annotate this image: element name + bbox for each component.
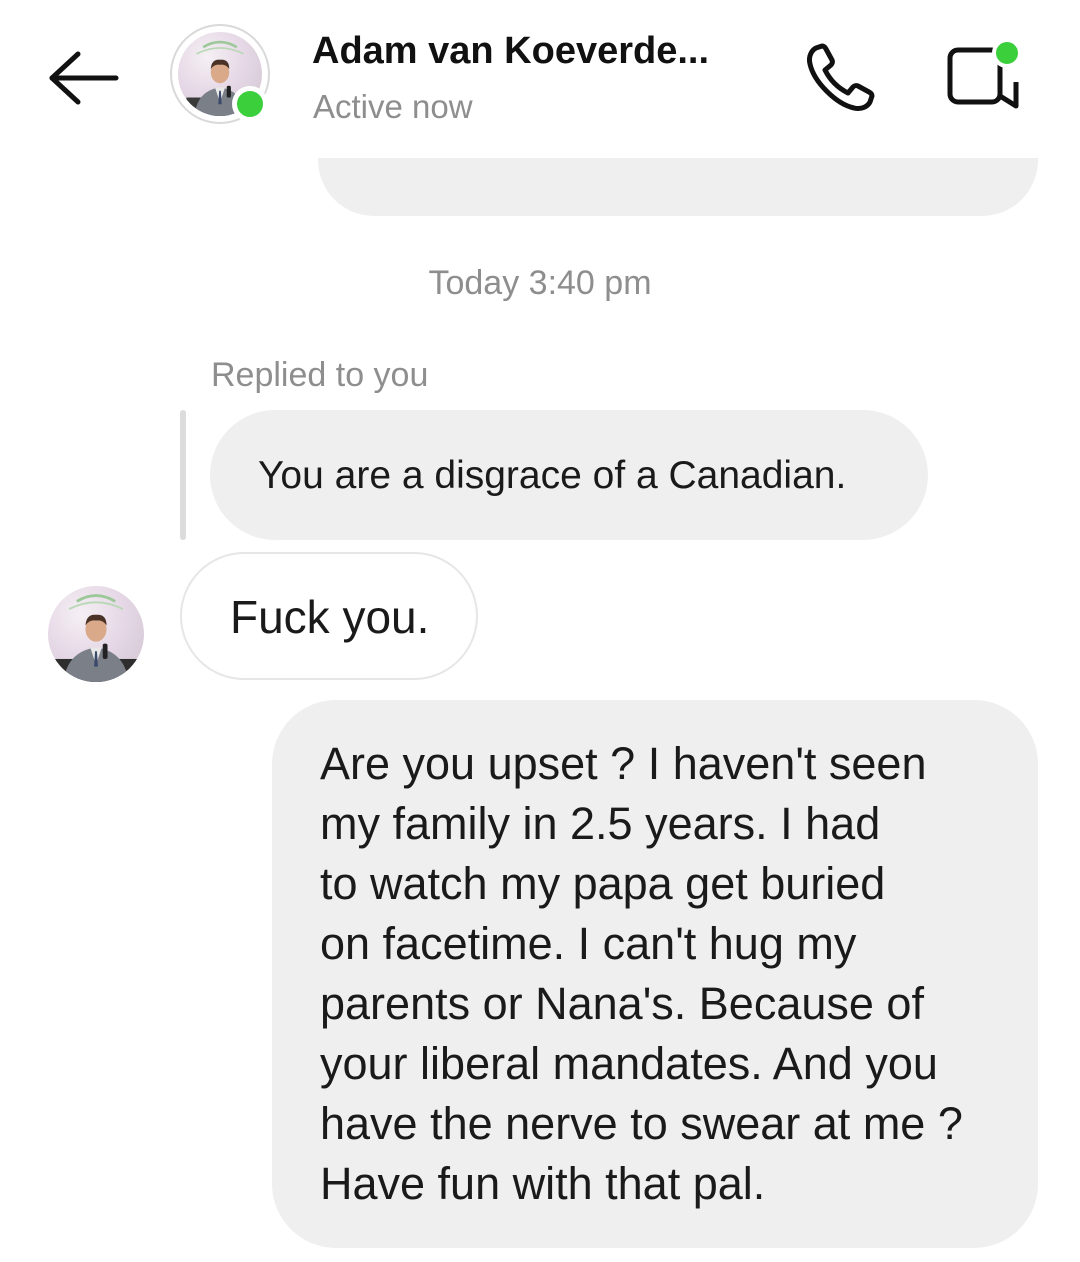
message-line: have the nerve to swear at me ? <box>320 1098 963 1149</box>
contact-name[interactable]: Adam van Koeverde... <box>312 30 709 73</box>
incoming-message-bubble[interactable]: Fuck you. <box>180 552 478 680</box>
outgoing-message-bubble[interactable]: Are you upset ? I haven't seen my family… <box>272 700 1038 1248</box>
message-line: parents or Nana's. Because of <box>320 978 924 1029</box>
arrow-left-icon <box>49 51 119 105</box>
contact-status: Active now <box>313 88 473 125</box>
phone-icon <box>807 43 875 111</box>
message-line: my family in 2.5 years. I had <box>320 798 881 849</box>
message-line: on facetime. I can't hug my <box>320 918 857 969</box>
message-timestamp: Today 3:40 pm <box>428 264 652 302</box>
reply-indicator-bar <box>180 410 186 540</box>
person-icon <box>48 594 144 682</box>
message-line: Are you upset ? I haven't seen <box>320 738 927 789</box>
audio-call-button[interactable] <box>800 38 880 118</box>
sender-avatar[interactable] <box>48 586 144 682</box>
message-line: to watch my papa get buried <box>320 858 886 909</box>
chat-header: Adam van Koeverde... Active now <box>0 0 1080 158</box>
quoted-message-bubble[interactable]: You are a disgrace of a Canadian. <box>210 410 928 540</box>
reply-label: Replied to you <box>211 356 429 394</box>
message-line: Have fun with that pal. <box>320 1158 766 1209</box>
back-button[interactable] <box>44 46 124 110</box>
sender-avatar-photo <box>48 586 144 682</box>
video-active-dot <box>992 38 1022 68</box>
quoted-message-text: You are a disgrace of a Canadian. <box>258 454 847 497</box>
online-status-dot <box>232 86 268 122</box>
incoming-message-text: Fuck you. <box>230 591 430 643</box>
message-line: your liberal mandates. And you <box>320 1038 938 1089</box>
